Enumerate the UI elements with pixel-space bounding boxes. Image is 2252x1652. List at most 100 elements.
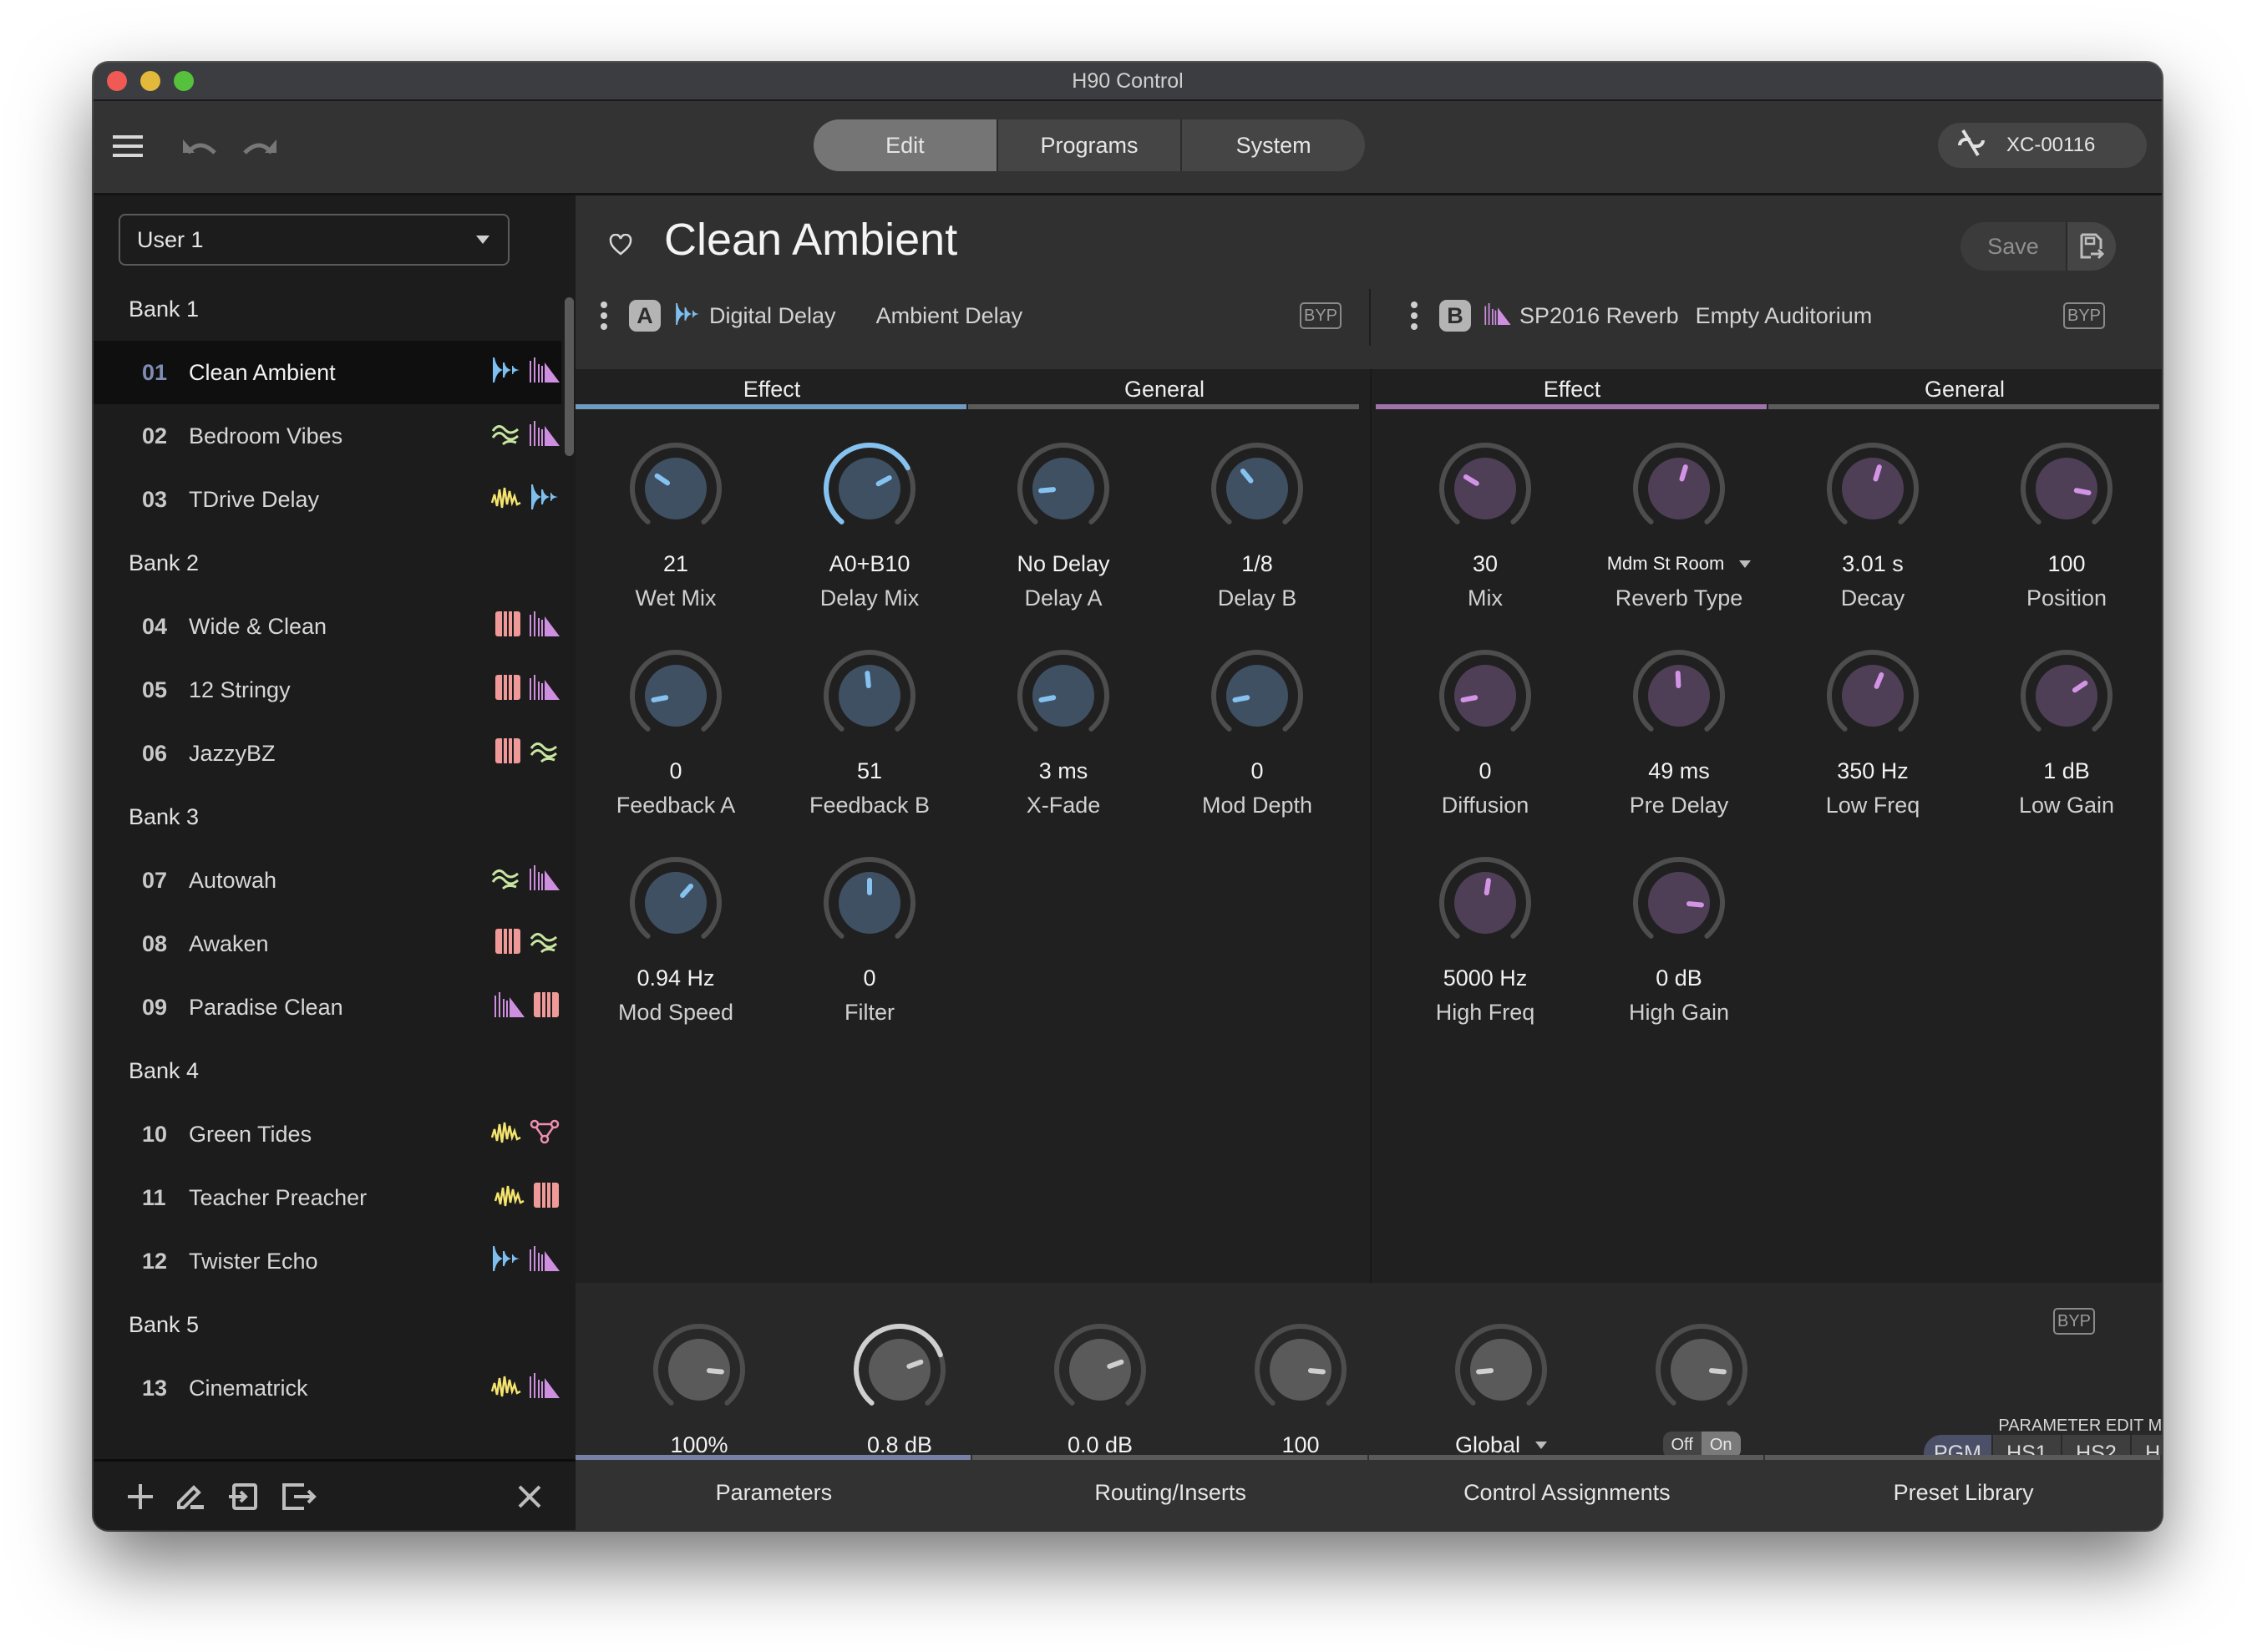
param-knob-diffusion[interactable]: 0 Diffusion — [1393, 646, 1577, 818]
tab-preset-library[interactable]: Preset Library — [1765, 1455, 2162, 1530]
save-as-icon[interactable] — [2066, 222, 2116, 271]
knob-dial[interactable] — [1393, 646, 1577, 746]
pitch-icon — [495, 611, 521, 642]
preset-list-item[interactable]: 12 Twister Echo — [94, 1229, 561, 1293]
knob-dial[interactable] — [1165, 438, 1349, 539]
preset-list-item[interactable]: 09 Paradise Clean — [94, 975, 561, 1039]
param-knob-decay[interactable]: 3.01 s Decay — [1781, 438, 1965, 611]
tab-routing-inserts[interactable]: Routing/Inserts — [971, 1455, 1369, 1530]
param-knob-position[interactable]: 100 Position — [1975, 438, 2158, 611]
knob-dial[interactable] — [1209, 1320, 1392, 1420]
knob-dial[interactable] — [971, 646, 1155, 746]
preset-list-item[interactable]: 04 Wide & Clean — [94, 595, 561, 658]
param-value: 350 Hz — [1781, 758, 1965, 784]
knob-dial[interactable] — [971, 438, 1155, 539]
knob-dial[interactable] — [584, 438, 768, 539]
slot-b-bypass-button[interactable]: BYP — [2063, 302, 2105, 329]
knob-dial[interactable] — [1587, 853, 1771, 953]
tab-programs[interactable]: Programs — [996, 119, 1181, 171]
knob-dial[interactable] — [607, 1320, 791, 1420]
knob-dial[interactable] — [1393, 438, 1577, 539]
slot-a-preset[interactable]: Ambient Delay — [876, 303, 1023, 329]
slot-b-preset[interactable]: Empty Auditorium — [1696, 303, 1873, 329]
param-knob-pre-delay[interactable]: 49 ms Pre Delay — [1587, 646, 1771, 818]
knob-dial[interactable] — [584, 646, 768, 746]
preset-list-item[interactable]: 13 Cinematrick — [94, 1356, 561, 1420]
import-icon[interactable] — [227, 1480, 261, 1513]
slot-a-bypass-button[interactable]: BYP — [1300, 302, 1342, 329]
global-bypass-button[interactable]: BYP — [2053, 1308, 2095, 1335]
preset-list-item[interactable]: 10 Green Tides — [94, 1102, 561, 1166]
export-icon[interactable] — [279, 1480, 319, 1513]
slot-a-tab-effect[interactable]: Effect — [576, 369, 968, 409]
pencil-icon[interactable] — [174, 1480, 207, 1513]
tab-edit[interactable]: Edit — [814, 119, 997, 171]
knob-dial[interactable] — [1008, 1320, 1192, 1420]
preset-list-item[interactable]: 11 Teacher Preacher — [94, 1166, 561, 1229]
knob-dial[interactable] — [1975, 438, 2158, 539]
param-knob-filter[interactable]: 0 Filter — [778, 853, 961, 1026]
slot-b-tab-general[interactable]: General — [1768, 369, 2161, 409]
slot-b-algorithm[interactable]: SP2016 Reverb — [1519, 303, 1679, 329]
chevron-down-icon[interactable] — [1739, 560, 1752, 568]
slot-a-tab-general[interactable]: General — [968, 369, 1361, 409]
save-button[interactable]: Save — [1960, 222, 2066, 271]
device-connection-button[interactable]: XC-00116 — [1938, 123, 2147, 168]
tab-parameters[interactable]: Parameters — [576, 1455, 972, 1530]
preset-list-item[interactable]: 03 TDrive Delay — [94, 468, 561, 531]
tab-system[interactable]: System — [1180, 119, 1365, 171]
slot-b-menu-icon[interactable] — [1411, 302, 1418, 330]
knob-dial[interactable] — [778, 438, 961, 539]
slot-a-algorithm[interactable]: Digital Delay — [709, 303, 836, 329]
param-knob-low-gain[interactable]: 1 dB Low Gain — [1975, 646, 2158, 818]
close-icon[interactable] — [513, 1480, 546, 1513]
param-knob-low-freq[interactable]: 350 Hz Low Freq — [1781, 646, 1965, 818]
param-knob-delay-b[interactable]: 1/8 Delay B — [1165, 438, 1349, 611]
knob-dial[interactable] — [584, 853, 768, 953]
param-knob-delay-a[interactable]: No Delay Delay A — [971, 438, 1155, 611]
param-knob-high-freq[interactable]: 5000 Hz High Freq — [1393, 853, 1577, 1026]
knob-dial[interactable] — [778, 646, 961, 746]
param-knob-reverb-type[interactable]: Mdm St Room Reverb Type — [1587, 438, 1771, 611]
param-value-text: 21 — [662, 550, 689, 576]
knob-dial[interactable] — [1781, 438, 1965, 539]
preset-list-item[interactable]: 06 JazzyBZ — [94, 722, 561, 785]
undo-icon[interactable] — [180, 131, 219, 161]
preset-list-item[interactable]: 08 Awaken — [94, 912, 561, 975]
knob-dial[interactable] — [1781, 646, 1965, 746]
preset-list-item[interactable]: 02 Bedroom Vibes — [94, 404, 561, 468]
param-knob-delay-mix[interactable]: A0+B10 Delay Mix — [778, 438, 961, 611]
knob-dial[interactable] — [1587, 646, 1771, 746]
param-knob-mix[interactable]: 30 Mix — [1393, 438, 1577, 611]
heart-icon[interactable] — [609, 233, 632, 260]
param-knob-wet-mix[interactable]: 21 Wet Mix — [584, 438, 768, 611]
preset-list-item[interactable]: 07 Autowah — [94, 849, 561, 912]
knob-dial[interactable] — [808, 1320, 992, 1420]
param-knob-mod-speed[interactable]: 0.94 Hz Mod Speed — [584, 853, 768, 1026]
plus-icon[interactable] — [124, 1480, 157, 1513]
knob-dial[interactable] — [1975, 646, 2158, 746]
reverb-icon — [495, 991, 525, 1023]
param-knob-mod-depth[interactable]: 0 Mod Depth — [1165, 646, 1349, 818]
chevron-down-icon[interactable] — [1535, 1441, 1548, 1449]
knob-dial[interactable] — [1165, 646, 1349, 746]
preset-list-item[interactable]: 01 Clean Ambient — [94, 341, 561, 404]
tab-control-assignments[interactable]: Control Assignments — [1368, 1455, 1766, 1530]
param-knob-feedback-a[interactable]: 0 Feedback A — [584, 646, 768, 818]
slot-a-menu-icon[interactable] — [601, 302, 607, 330]
knob-dial[interactable] — [1393, 853, 1577, 953]
knob-dial[interactable] — [778, 853, 961, 953]
knob-dial[interactable] — [1610, 1320, 1793, 1420]
preset-list-scrollbar[interactable] — [565, 297, 574, 456]
slot-b-tab-effect[interactable]: Effect — [1376, 369, 1768, 409]
preset-list-item[interactable]: 05 12 Stringy — [94, 658, 561, 722]
param-value[interactable]: Mdm St Room — [1587, 550, 1771, 577]
param-knob-feedback-b[interactable]: 51 Feedback B — [778, 646, 961, 818]
user-bank-dropdown[interactable]: User 1 — [119, 214, 510, 266]
param-knob-x-fade[interactable]: 3 ms X-Fade — [971, 646, 1155, 818]
knob-dial[interactable] — [1409, 1320, 1593, 1420]
hamburger-icon[interactable] — [112, 129, 145, 163]
redo-icon[interactable] — [241, 131, 279, 161]
knob-dial[interactable] — [1587, 438, 1771, 539]
param-knob-high-gain[interactable]: 0 dB High Gain — [1587, 853, 1771, 1026]
